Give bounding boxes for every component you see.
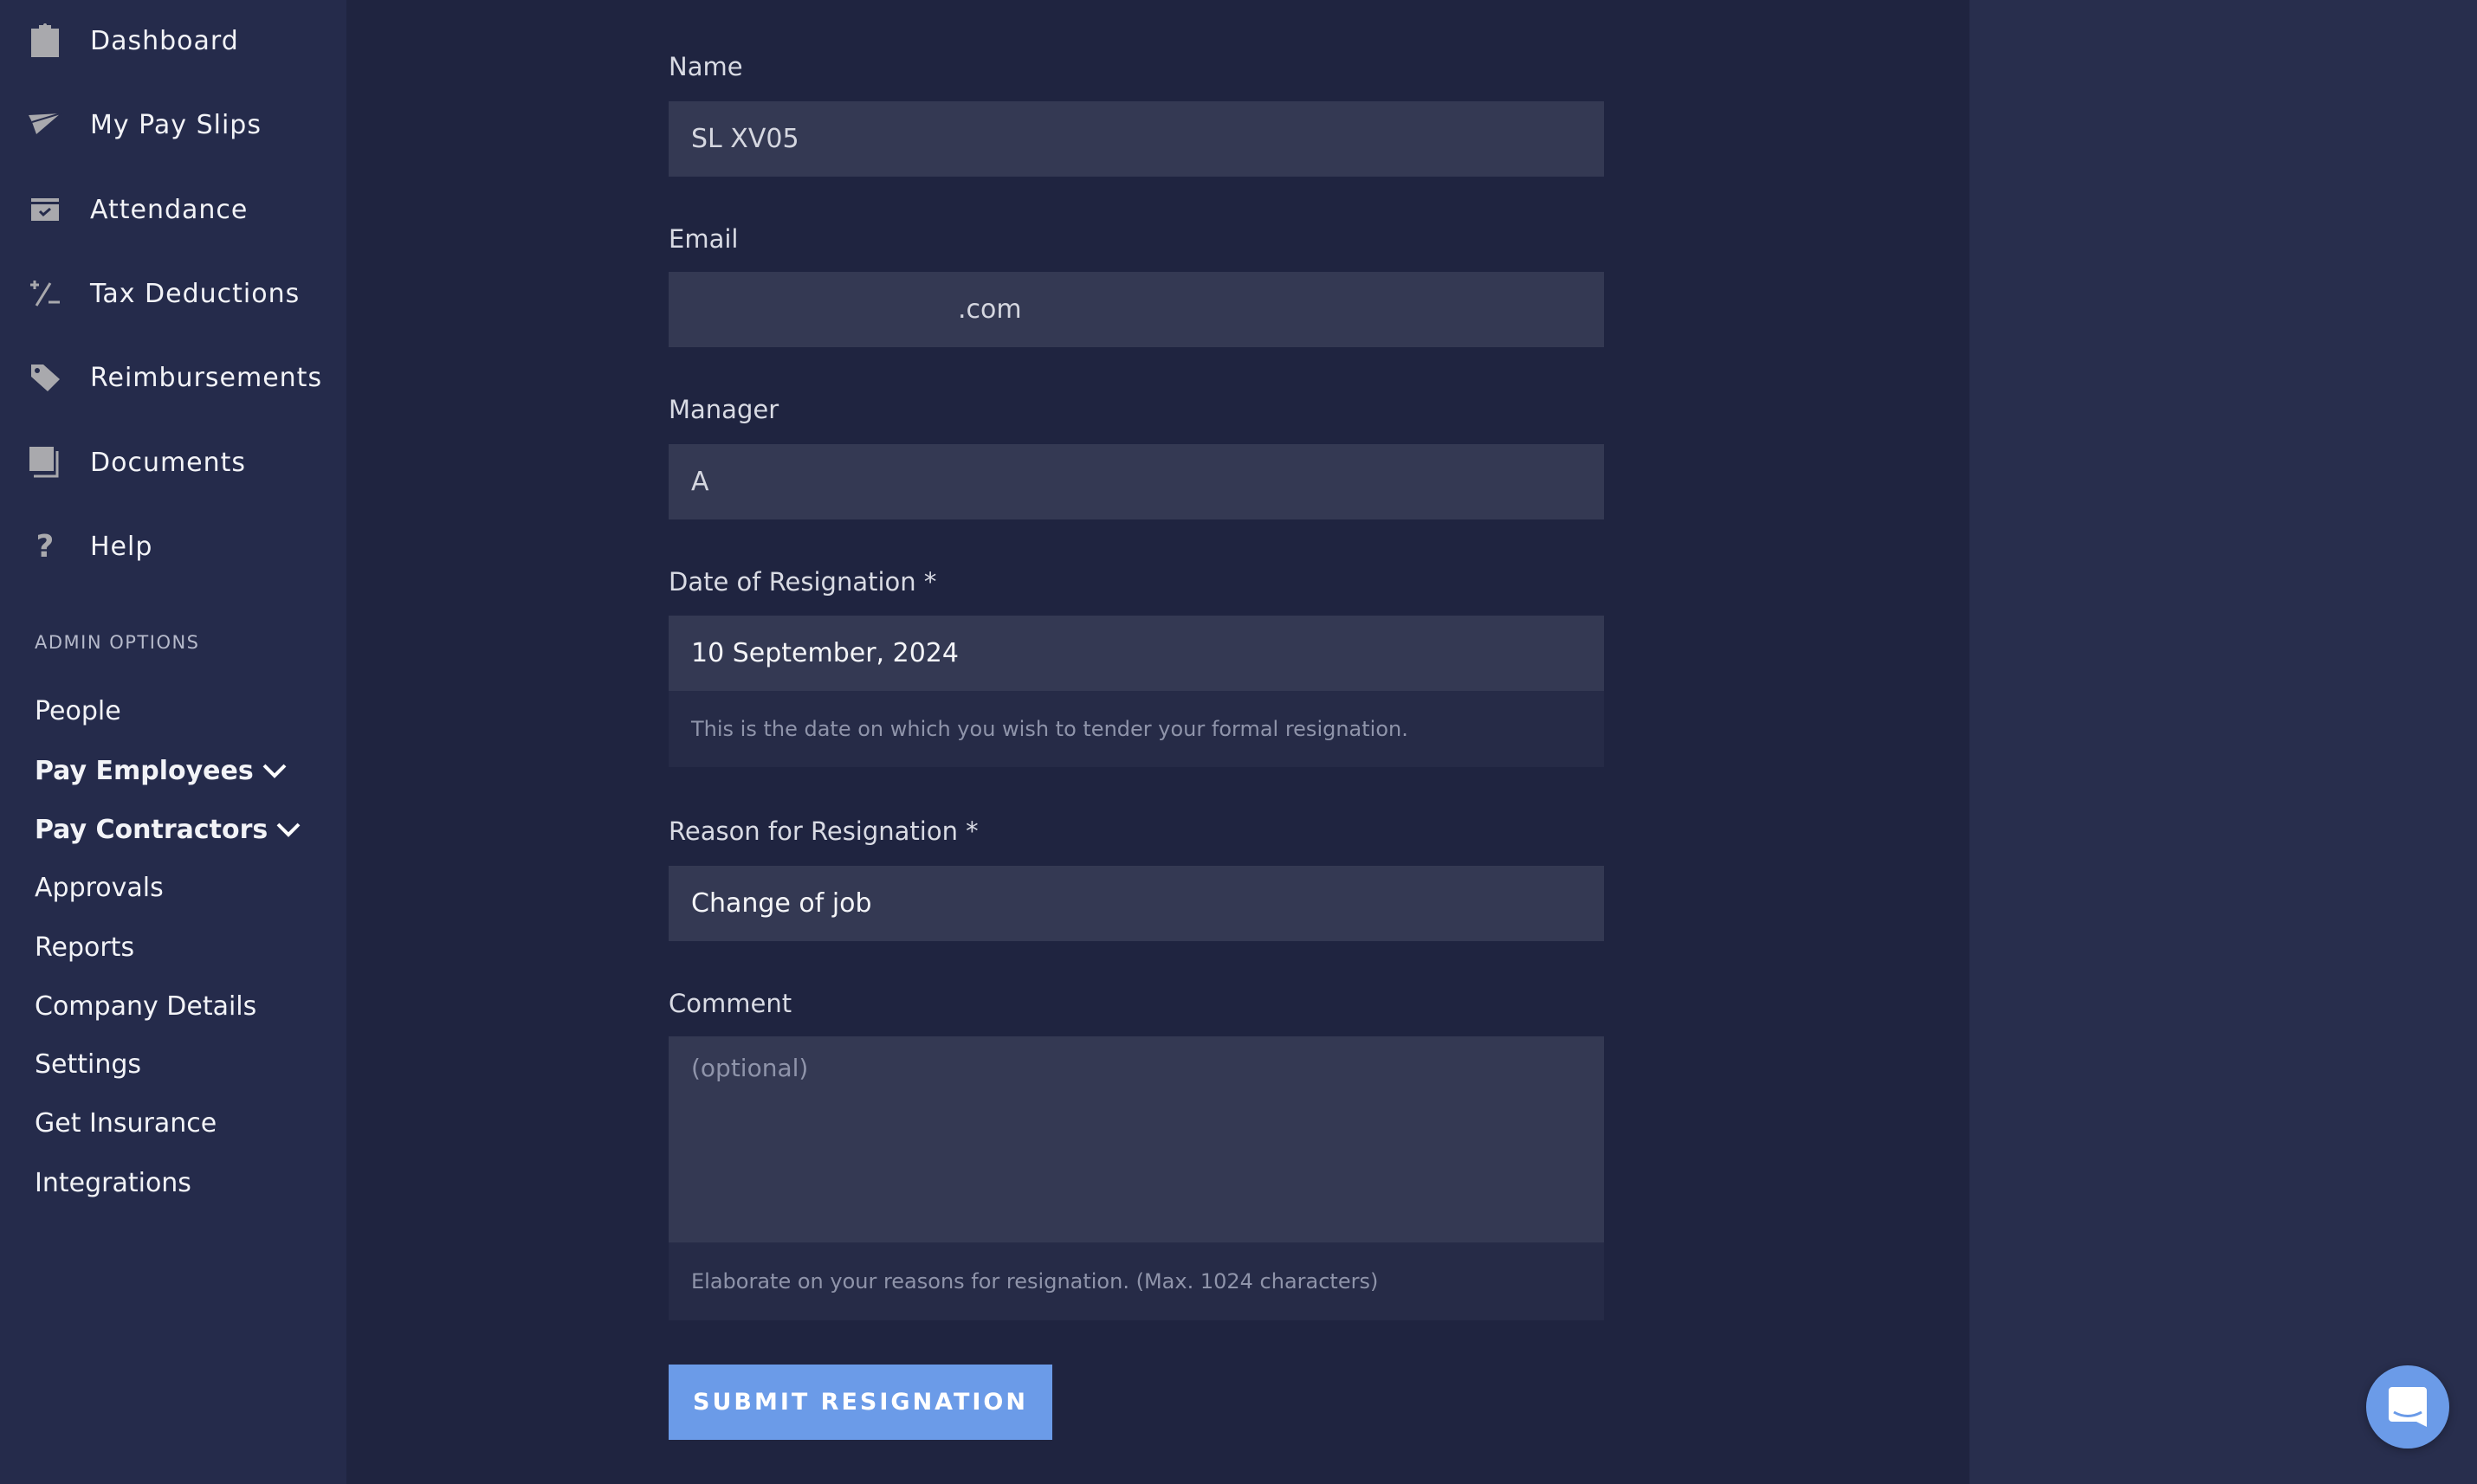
paper-plane-icon [26, 106, 64, 144]
comment-label: Comment [669, 989, 792, 1018]
nav-label: Tax Deductions [90, 278, 301, 309]
admin-item-label: Company Details [35, 990, 257, 1022]
admin-item-label: Approvals [35, 872, 164, 903]
submit-resignation-button[interactable]: SUBMIT RESIGNATION [669, 1365, 1052, 1440]
admin-item-label: Get Insurance [35, 1107, 217, 1139]
clipboard-icon [26, 22, 64, 60]
chevron-down-icon [276, 823, 301, 837]
admin-item-label: Pay Contractors [35, 814, 268, 845]
comment-help-text: Elaborate on your reasons for resignatio… [669, 1242, 1604, 1320]
nav-label: My Pay Slips [90, 109, 262, 140]
email-label: Email [669, 224, 739, 254]
nav-tax-deductions[interactable]: Tax Deductions [0, 268, 346, 319]
nav-reimbursements[interactable]: Reimbursements [0, 352, 346, 403]
admin-options-heading: ADMIN OPTIONS [35, 632, 200, 653]
admin-item-label: Pay Employees [35, 755, 254, 786]
admin-item-pay-contractors[interactable]: Pay Contractors [35, 808, 301, 851]
date-label: Date of Resignation * [669, 567, 937, 597]
date-of-resignation-field[interactable]: 10 September, 2024 [669, 616, 1604, 691]
comment-textarea[interactable]: (optional) [669, 1036, 1604, 1242]
date-help-text: This is the date on which you wish to te… [669, 691, 1604, 767]
admin-item-pay-employees[interactable]: Pay Employees [35, 749, 287, 792]
nav-label: Dashboard [90, 25, 239, 56]
admin-item-integrations[interactable]: Integrations [35, 1161, 191, 1204]
chevron-down-icon [262, 764, 287, 778]
admin-item-label: Integrations [35, 1167, 191, 1198]
email-field[interactable]: .com [669, 272, 1604, 347]
name-field[interactable]: SL XV05 [669, 101, 1604, 177]
nav-label: Documents [90, 447, 247, 478]
admin-item-settings[interactable]: Settings [35, 1042, 141, 1086]
nav-label: Attendance [90, 194, 249, 225]
nav-my-pay-slips[interactable]: My Pay Slips [0, 99, 346, 151]
admin-item-company-details[interactable]: Company Details [35, 984, 256, 1028]
question-icon: ? [36, 528, 55, 565]
reason-label: Reason for Resignation * [669, 816, 979, 846]
admin-item-people[interactable]: People [35, 689, 121, 732]
name-label: Name [669, 52, 743, 81]
sidebar: Dashboard My Pay Slips Attendance Tax De… [0, 0, 346, 1484]
chat-button[interactable] [2366, 1365, 2449, 1449]
right-panel [1969, 0, 2477, 1484]
admin-item-approvals[interactable]: Approvals [35, 866, 164, 909]
documents-icon [26, 443, 64, 481]
reason-select[interactable]: Change of job [669, 866, 1604, 941]
manager-label: Manager [669, 395, 779, 424]
plus-minus-icon [26, 274, 64, 313]
nav-label: Help [90, 531, 153, 562]
admin-item-label: Reports [35, 932, 135, 963]
chat-icon [2389, 1387, 2427, 1427]
tag-icon [26, 358, 64, 397]
admin-item-reports[interactable]: Reports [35, 926, 134, 969]
admin-item-get-insurance[interactable]: Get Insurance [35, 1101, 217, 1145]
nav-label: Reimbursements [90, 362, 323, 393]
admin-item-label: Settings [35, 1048, 142, 1080]
nav-help[interactable]: ? Help [0, 520, 346, 572]
nav-attendance[interactable]: Attendance [0, 184, 346, 236]
admin-item-label: People [35, 695, 121, 726]
nav-dashboard[interactable]: Dashboard [0, 15, 346, 67]
nav-documents[interactable]: Documents [0, 436, 346, 488]
calendar-check-icon [26, 190, 64, 229]
manager-field[interactable]: A [669, 444, 1604, 519]
